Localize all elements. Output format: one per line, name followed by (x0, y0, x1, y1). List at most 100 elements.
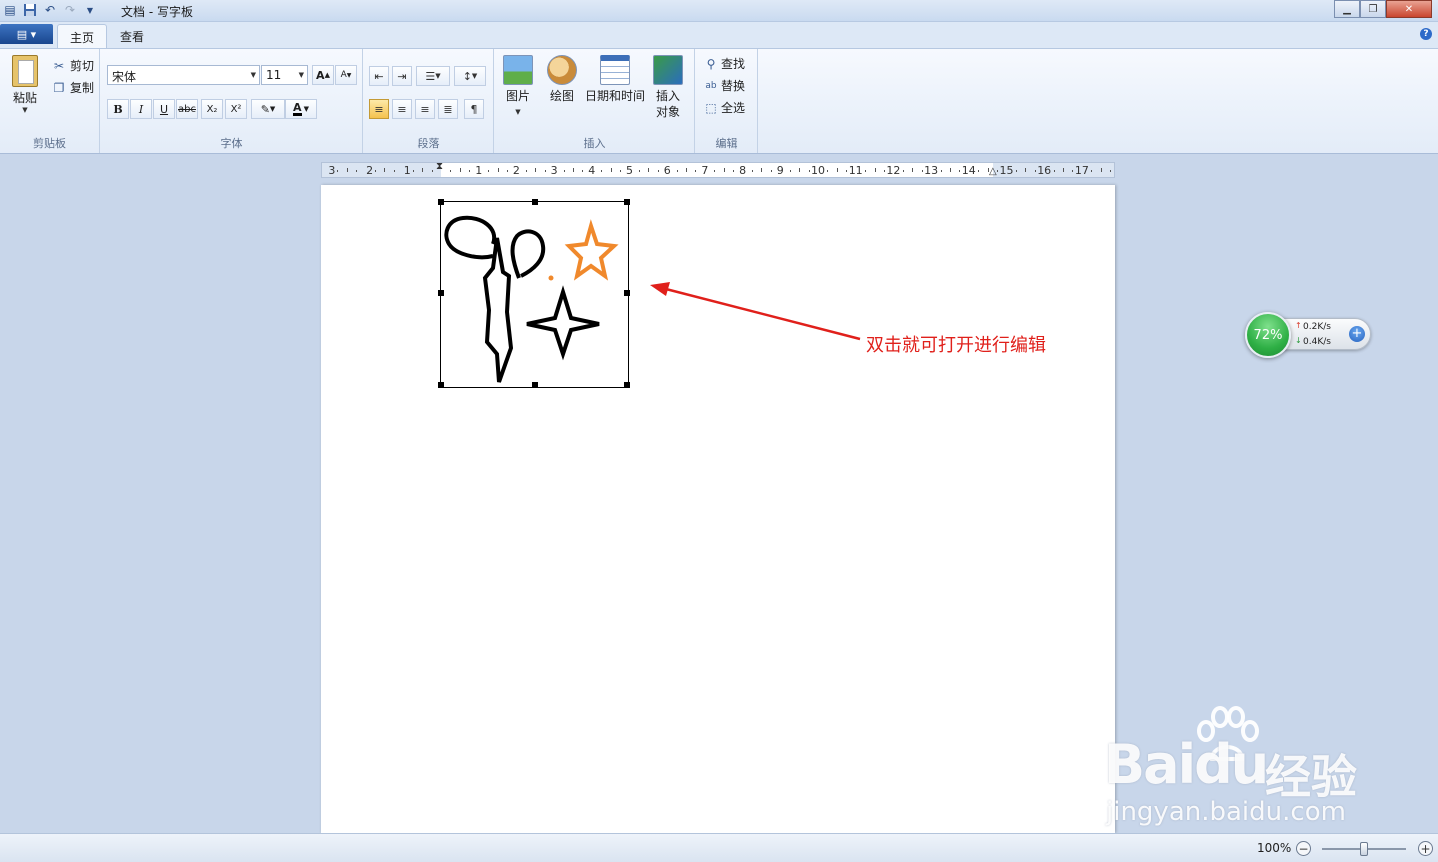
resize-handle[interactable] (532, 382, 538, 388)
tab-view[interactable]: 查看 (108, 24, 156, 48)
ruler-tick-mark (799, 168, 801, 172)
expand-plus-icon[interactable]: + (1349, 326, 1365, 342)
select-all-label: 全选 (721, 101, 746, 115)
ruler-tick-label: 4 (588, 164, 596, 177)
bullet-list-icon[interactable]: ☰ ▼ (416, 66, 450, 86)
underline-button[interactable]: U (153, 99, 175, 119)
decrease-indent-icon[interactable]: ⇤ (369, 66, 389, 86)
ruler-tick-mark (761, 168, 763, 172)
copy-label: 复制 (70, 81, 95, 95)
copy-icon: ❐ (53, 80, 65, 95)
ruler-tick-label: 2 (512, 164, 520, 177)
undo-icon[interactable]: ↶ (42, 2, 58, 18)
embedded-paint-object[interactable] (438, 199, 630, 388)
ruler-tick-mark (978, 170, 980, 172)
ruler-tick-mark (1025, 168, 1027, 172)
maximize-button[interactable]: ❐ (1360, 0, 1386, 18)
font-group: 宋体 ▼ 11 ▼ A ▲ A ▼ B I U abc X₂ X² ✎ ▼ A ▼ 字体 (101, 49, 363, 153)
resize-handle[interactable] (624, 290, 630, 296)
clipboard-icon (12, 55, 38, 87)
ruler[interactable]: 3 2 1 1 2 3 4 5 6 7 8 9 10 11 12 13 14 15 16 17 ⧗ △ (321, 161, 1115, 178)
resize-handle[interactable] (438, 199, 444, 205)
superscript-button[interactable]: X² (225, 99, 247, 119)
paint-drawing-button[interactable]: 绘图 (547, 55, 577, 104)
strikethrough-button[interactable]: abc (176, 99, 198, 119)
ruler-tick-mark (912, 168, 914, 172)
ruler-tick-label: 14 (961, 164, 976, 177)
date-time-button[interactable]: 日期和时间 (585, 55, 645, 104)
first-line-indent-marker[interactable]: ⧗ (436, 161, 443, 172)
chevron-down-icon: ▼ (515, 108, 521, 116)
cut-button[interactable]: ✂ 剪切 (52, 57, 94, 74)
text-color-button[interactable]: A ▼ (285, 99, 317, 119)
ruler-tick-mark (836, 168, 838, 172)
grow-font-button[interactable]: A ▲ (312, 65, 334, 85)
italic-button[interactable]: I (130, 99, 152, 119)
ruler-tick-label: 12 (886, 164, 901, 177)
title-bar: ▤ ↶ ↷ ▼ 文档 - 写字板 ▁ ❐ ✕ (0, 0, 1438, 22)
zoom-slider-thumb[interactable] (1360, 842, 1368, 856)
ruler-tick-mark (808, 170, 810, 172)
minimize-button[interactable]: ▁ (1334, 0, 1360, 18)
tab-home[interactable]: 主页 (57, 24, 108, 48)
line-spacing-icon[interactable]: ↕ ▼ (454, 66, 486, 86)
paste-button[interactable]: 粘贴 ▼ (8, 55, 42, 114)
ruler-tick-mark (337, 170, 339, 172)
network-speed-widget[interactable]: 72% ↑ 0.2K/s ↓ 0.4K/s + (1245, 312, 1371, 358)
ruler-tick-mark (563, 170, 565, 172)
ruler-tick-label: 10 (811, 164, 825, 177)
resize-handle[interactable] (624, 382, 630, 388)
ruler-tick-mark (431, 170, 433, 172)
wordpad-app-icon[interactable]: ▤ (2, 2, 18, 18)
find-button[interactable]: ⚲ 查找 (704, 55, 745, 72)
ruler-tick-mark (393, 170, 395, 172)
bold-button[interactable]: B (107, 99, 129, 119)
clipboard-group: 粘贴 ▼ ✂ 剪切 ❐ 复制 剪贴板 (0, 49, 100, 153)
insert-picture-button[interactable]: 图片 ▼ (503, 55, 533, 120)
help-icon[interactable]: ? (1420, 28, 1432, 40)
quick-access-toolbar: ▤ ↶ ↷ ▼ (2, 2, 98, 18)
copy-button[interactable]: ❐ 复制 (52, 79, 94, 96)
download-arrow-icon: ↓ (1295, 336, 1302, 345)
replace-icon: ab (705, 80, 717, 91)
resize-handle[interactable] (532, 199, 538, 205)
justify-icon[interactable]: ≣ (438, 99, 458, 119)
align-right-icon[interactable]: ≡ (415, 99, 435, 119)
highlight-color-button[interactable]: ✎ ▼ (251, 99, 285, 119)
resize-handle[interactable] (624, 199, 630, 205)
ruler-tick-label: 3 (328, 164, 336, 177)
resize-handle[interactable] (438, 382, 444, 388)
shrink-font-button[interactable]: A ▼ (335, 65, 357, 85)
save-icon[interactable] (22, 2, 38, 18)
zoom-in-button[interactable]: + (1418, 841, 1433, 856)
replace-button[interactable]: ab 替换 (704, 77, 745, 94)
memory-usage-indicator[interactable]: 72% (1245, 312, 1291, 358)
redo-icon[interactable]: ↷ (62, 2, 78, 18)
font-size-select[interactable]: 11 ▼ (261, 65, 308, 85)
ruler-tick-mark (714, 170, 716, 172)
align-left-icon[interactable]: ≡ (369, 99, 389, 119)
close-button[interactable]: ✕ (1386, 0, 1432, 18)
ruler-tick-mark (789, 170, 791, 172)
ruler-tick-mark (883, 170, 885, 172)
watermark-logo-text: Baidu (1104, 733, 1269, 796)
annotation-arrow (650, 282, 861, 341)
cut-label: 剪切 (70, 59, 95, 73)
right-indent-marker[interactable]: △ (989, 166, 997, 177)
resize-handle[interactable] (438, 290, 444, 296)
ribbon-tab-row: ▤ ▾ 主页 查看 ? (0, 22, 1438, 48)
select-all-button[interactable]: ⬚ 全选 (704, 99, 745, 116)
insert-object-button[interactable]: 插入 对象 (653, 55, 683, 120)
zoom-out-button[interactable]: − (1296, 841, 1311, 856)
find-label: 查找 (721, 57, 746, 71)
font-family-select[interactable]: 宋体 ▼ (107, 65, 260, 85)
subscript-button[interactable]: X₂ (201, 99, 223, 119)
application-menu-button[interactable]: ▤ ▾ (0, 24, 53, 44)
increase-indent-icon[interactable]: ⇥ (392, 66, 412, 86)
align-center-icon[interactable]: ≡ (392, 99, 412, 119)
ruler-tick-mark (827, 170, 829, 172)
picture-icon (503, 55, 533, 85)
paragraph-settings-icon[interactable]: ¶ (464, 99, 484, 119)
replace-label: 替换 (721, 79, 746, 93)
customize-qat-chevron-icon[interactable]: ▼ (82, 2, 98, 18)
